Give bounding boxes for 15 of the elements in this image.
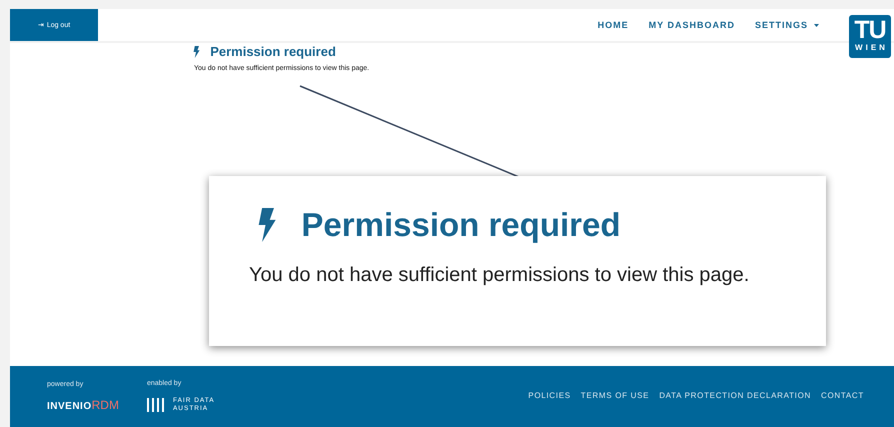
footer-link[interactable]: TERMS OF USE xyxy=(580,391,650,400)
lightning-icon xyxy=(193,46,200,58)
footer-link[interactable]: CONTACT xyxy=(821,391,864,400)
nav-link[interactable]: HOME xyxy=(598,20,629,30)
page-title: Permission required xyxy=(210,44,336,59)
caret-icon xyxy=(814,24,819,26)
logo: TU WIEN xyxy=(849,15,891,58)
footer-link[interactable]: POLICIES xyxy=(528,391,571,400)
callout-title: Permission required xyxy=(301,206,620,244)
footer-link[interactable]: DATA PROTECTION DECLARATION xyxy=(659,391,812,400)
nav-link[interactable]: SETTINGS xyxy=(754,20,819,30)
callout-text: You do not have sufficient permissions to view this page. xyxy=(249,264,750,287)
lightning-icon xyxy=(257,208,278,242)
nav-link[interactable]: MY DASHBOARD xyxy=(648,20,735,30)
invenio-logo: INVENIORDM xyxy=(47,398,119,412)
